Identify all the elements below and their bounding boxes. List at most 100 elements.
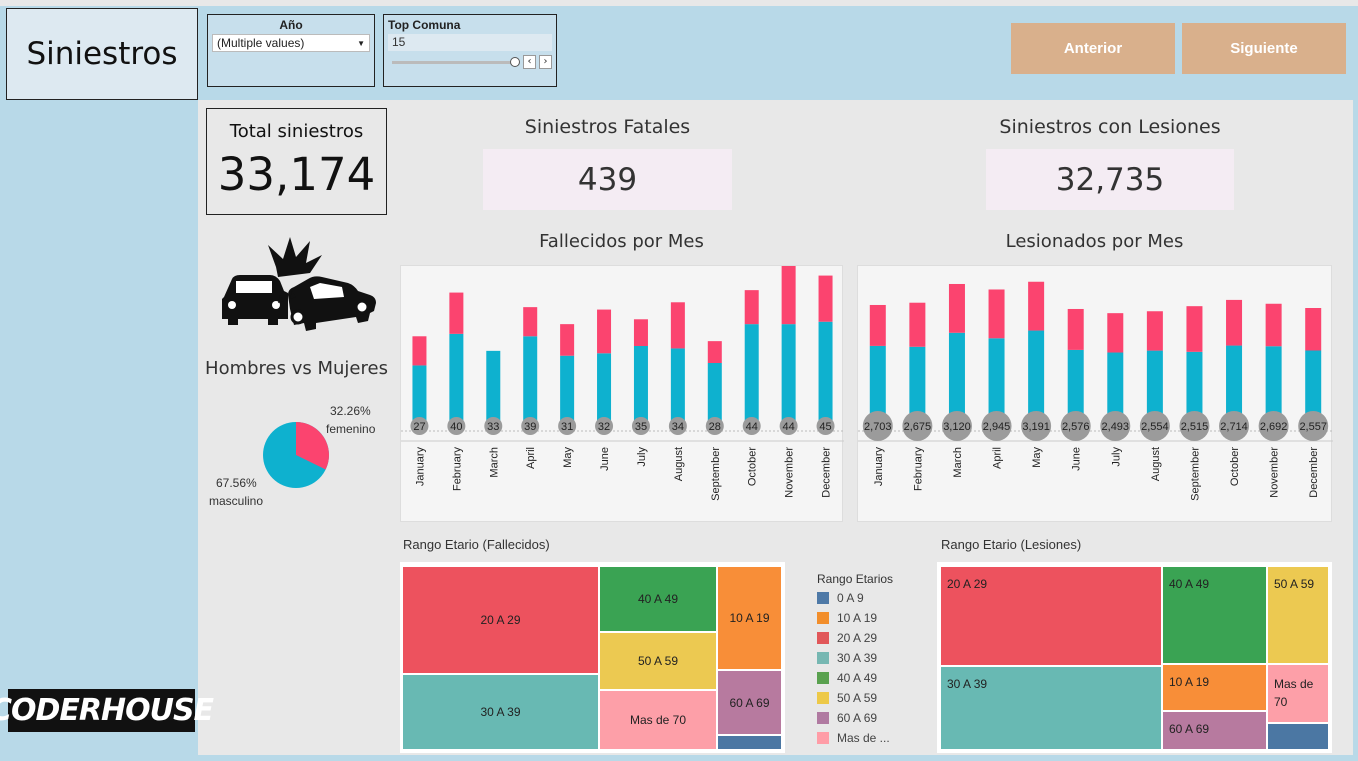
legend-swatch (817, 652, 829, 664)
bar-secondary[interactable] (560, 324, 575, 356)
category-label: May (562, 447, 574, 468)
year-dropdown-value: (Multiple values) (217, 36, 305, 50)
category-label: November (1269, 447, 1281, 498)
slider-prev-icon[interactable]: ‹ (523, 55, 536, 69)
tm-l-0-9[interactable] (1267, 723, 1329, 750)
legend-label: 20 A 29 (837, 631, 878, 645)
legend-item[interactable]: 30 A 39 (817, 648, 927, 668)
data-label: 3,191 (1022, 421, 1050, 433)
bar-secondary[interactable] (523, 307, 538, 337)
data-label: 2,557 (1299, 421, 1327, 433)
data-label: 2,576 (1062, 421, 1090, 433)
slider-next-icon[interactable]: › (539, 55, 552, 69)
tm-l-30-39[interactable]: 30 A 39 (940, 666, 1162, 750)
slider-track[interactable] (392, 61, 518, 64)
category-label: October (747, 447, 759, 486)
data-label: 44 (783, 421, 795, 433)
category-label: March (488, 447, 500, 478)
fatales-kpi-value: 439 (483, 149, 732, 210)
category-label: March (952, 447, 964, 478)
tm-l-mas-70[interactable]: Mas de 70 (1267, 664, 1329, 723)
data-label: 2,515 (1181, 421, 1209, 433)
legend-item[interactable]: 0 A 9 (817, 588, 927, 608)
treemap-lesiones: 20 A 29 30 A 39 40 A 49 50 A 59 10 A 19 … (937, 562, 1332, 753)
legend-swatch (817, 672, 829, 684)
tm-f-50-59[interactable]: 50 A 59 (599, 632, 717, 690)
year-filter-label: Año (279, 18, 303, 32)
gender-title: Hombres vs Mujeres (205, 358, 388, 379)
previous-button[interactable]: Anterior (1011, 23, 1175, 74)
bar-secondary[interactable] (412, 336, 427, 366)
category-label: September (710, 447, 722, 501)
data-label: 39 (524, 421, 536, 433)
bar-secondary[interactable] (1265, 303, 1282, 347)
bar-secondary[interactable] (449, 292, 464, 334)
tm-f-30-39[interactable]: 30 A 39 (402, 674, 599, 750)
data-label: 2,945 (983, 421, 1011, 433)
bar-secondary[interactable] (1226, 299, 1243, 346)
legend-item[interactable]: 10 A 19 (817, 608, 927, 628)
male-pct: 67.56% (216, 476, 257, 490)
tm-f-40-49[interactable]: 40 A 49 (599, 566, 717, 632)
bar-primary[interactable] (781, 324, 796, 431)
bar-secondary[interactable] (869, 304, 886, 346)
legend-label: 10 A 19 (837, 611, 878, 625)
data-label: 35 (635, 421, 647, 433)
category-label: October (1229, 447, 1241, 486)
bar-primary[interactable] (744, 324, 759, 431)
legend-swatch (817, 632, 829, 644)
bar-secondary[interactable] (670, 302, 685, 349)
bar-secondary[interactable] (948, 283, 965, 333)
lesiones-kpi-value: 32,735 (986, 149, 1234, 210)
top-comuna-input[interactable]: 15 (388, 34, 552, 51)
total-kpi-label: Total siniestros (229, 121, 364, 142)
tm-l-10-19[interactable]: 10 A 19 (1162, 664, 1267, 711)
bar-secondary[interactable] (1186, 306, 1203, 352)
bar-secondary[interactable] (1305, 308, 1322, 351)
sidebar (6, 100, 198, 755)
tm-l-50-59[interactable]: 50 A 59 (1267, 566, 1329, 664)
bar-secondary[interactable] (633, 319, 648, 346)
legend-item[interactable]: 50 A 59 (817, 688, 927, 708)
bar-secondary[interactable] (597, 309, 612, 354)
bar-secondary[interactable] (1107, 313, 1124, 353)
bar-secondary[interactable] (781, 265, 796, 325)
bar-secondary[interactable] (744, 290, 759, 325)
fallecidos-chart: 27 January 40 February 33 March 39 April 31 May 32… (400, 265, 844, 522)
tm-l-40-49[interactable]: 40 A 49 (1162, 566, 1267, 664)
tm-f-20-29[interactable]: 20 A 29 (402, 566, 599, 674)
tm-l-20-29[interactable]: 20 A 29 (940, 566, 1162, 666)
legend-item[interactable]: 20 A 29 (817, 628, 927, 648)
tm-f-10-19[interactable]: 10 A 19 (717, 566, 782, 670)
bar-primary[interactable] (523, 336, 538, 431)
category-label: December (1308, 447, 1320, 498)
bar-secondary[interactable] (707, 341, 722, 363)
bar-secondary[interactable] (1146, 311, 1163, 351)
bar-secondary[interactable] (818, 275, 833, 322)
bar-primary[interactable] (449, 333, 464, 431)
gender-pie-chart (263, 422, 329, 488)
category-label: June (1071, 447, 1083, 471)
tm-f-mas-70[interactable]: Mas de 70 (599, 690, 717, 750)
legend-item[interactable]: 60 A 69 (817, 708, 927, 728)
dropdown-arrow-icon: ▼ (357, 38, 365, 48)
bar-secondary[interactable] (988, 289, 1005, 339)
year-dropdown[interactable]: (Multiple values) ▼ (212, 34, 370, 52)
data-label: 2,554 (1141, 421, 1169, 433)
legend-swatch (817, 712, 829, 724)
tm-f-60-69[interactable]: 60 A 69 (717, 670, 782, 735)
data-label: 31 (561, 421, 573, 433)
bar-secondary[interactable] (1028, 281, 1045, 331)
lesionados-chart-svg: 2,703 January 2,675 February 3,120 March 2,945… (858, 281, 1333, 501)
data-label: 2,692 (1260, 421, 1288, 433)
tm-f-0-9[interactable] (717, 735, 782, 750)
tm-l-60-69[interactable]: 60 A 69 (1162, 711, 1267, 750)
bar-primary[interactable] (818, 321, 833, 431)
legend-item[interactable]: Mas de ... (817, 728, 927, 748)
data-label: 32 (598, 421, 610, 433)
slider-handle[interactable] (510, 57, 520, 67)
bar-secondary[interactable] (1067, 308, 1084, 350)
next-button[interactable]: Siguiente (1182, 23, 1346, 74)
bar-secondary[interactable] (909, 302, 926, 347)
legend-item[interactable]: 40 A 49 (817, 668, 927, 688)
